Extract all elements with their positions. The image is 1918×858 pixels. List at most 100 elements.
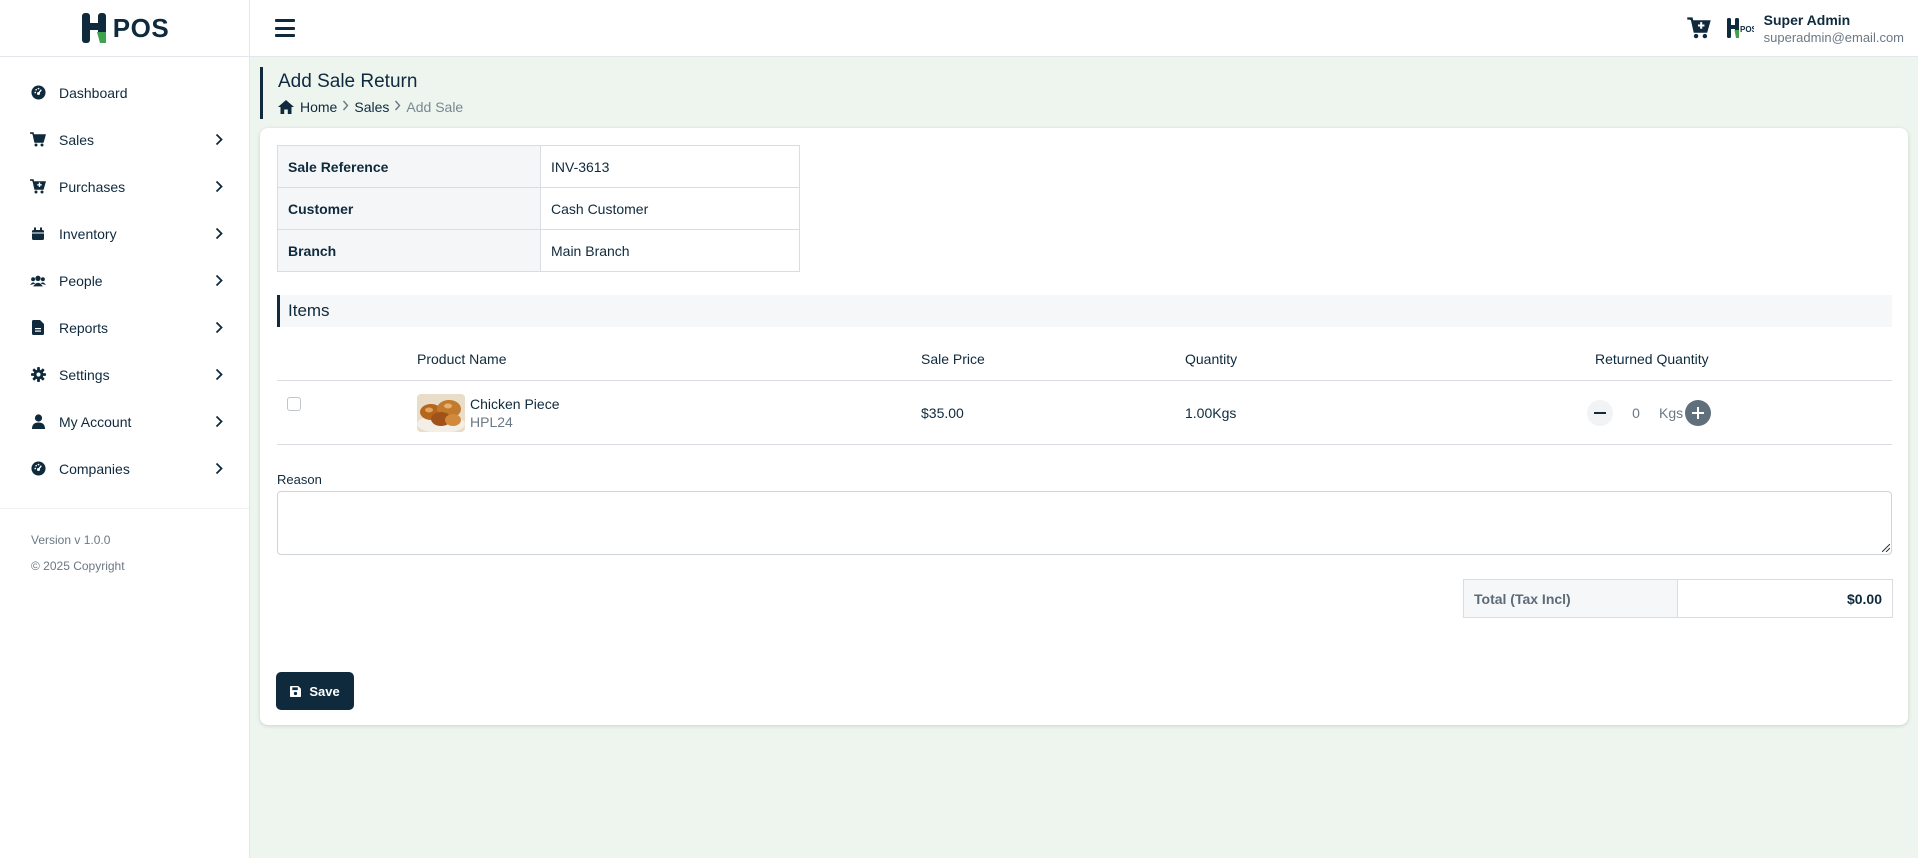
chevron-right-icon xyxy=(213,415,225,429)
returned-quantity-input[interactable] xyxy=(1613,399,1659,426)
sale-reference-value: INV-3613 xyxy=(540,145,800,188)
gear-icon xyxy=(30,367,46,383)
save-label: Save xyxy=(309,683,340,699)
sidebar-item-label: Settings xyxy=(59,366,110,383)
sidebar: POS Dashboard Sales Purchases Inventory … xyxy=(0,0,250,858)
quantity-cell: 1.00Kgs xyxy=(1185,404,1237,421)
totals-table: Total (Tax Incl) $0.00 xyxy=(1463,579,1893,618)
cart-icon xyxy=(30,132,46,148)
page-heading: Add Sale Return Home Sales Add Sale xyxy=(260,67,560,119)
chevron-right-icon xyxy=(213,133,225,147)
total-value: $0.00 xyxy=(1677,579,1893,618)
logo-mark: POS xyxy=(80,11,169,45)
sidebar-item-my-account[interactable]: My Account xyxy=(0,398,249,445)
reason-textarea[interactable] xyxy=(277,491,1892,555)
avatar[interactable]: POS xyxy=(1726,15,1754,41)
column-header-sale-price: Sale Price xyxy=(921,351,985,367)
save-icon xyxy=(290,685,302,697)
breadcrumb-sales[interactable]: Sales xyxy=(354,99,389,115)
chevron-right-icon xyxy=(342,100,349,114)
column-header-quantity: Quantity xyxy=(1185,351,1238,367)
logo[interactable]: POS xyxy=(0,0,249,57)
resize-grip-icon[interactable] xyxy=(1882,544,1890,552)
table-row: Total (Tax Incl) $0.00 xyxy=(1463,579,1893,618)
svg-text:POS: POS xyxy=(1740,25,1754,34)
chevron-right-icon xyxy=(213,180,225,194)
total-label: Total (Tax Incl) xyxy=(1463,579,1678,618)
returned-quantity-stepper: Kgs xyxy=(1587,399,1712,426)
sidebar-item-reports[interactable]: Reports xyxy=(0,304,249,351)
reason-label: Reason xyxy=(277,472,322,487)
home-icon xyxy=(278,100,294,114)
branch-label: Branch xyxy=(277,229,541,272)
table-row: Branch Main Branch xyxy=(277,229,800,272)
product-code: HPL24 xyxy=(470,413,513,430)
header-right: POS Super Admin superadmin@email.com xyxy=(1686,12,1904,45)
customer-label: Customer xyxy=(277,187,541,230)
chevron-right-icon xyxy=(213,368,225,382)
minus-icon xyxy=(1594,411,1606,414)
sidebar-item-settings[interactable]: Settings xyxy=(0,351,249,398)
column-header-product-name: Product Name xyxy=(417,351,507,367)
chevron-right-icon xyxy=(213,462,225,476)
product-image xyxy=(417,393,465,432)
user-email: superadmin@email.com xyxy=(1763,29,1904,45)
table-row: Sale Reference INV-3613 xyxy=(277,145,800,188)
quantity-unit: Kgs xyxy=(1659,404,1684,421)
row-select-checkbox[interactable] xyxy=(287,396,301,411)
user-name: Super Admin xyxy=(1763,11,1851,28)
table-row: Chicken Piece HPL24 $35.00 1.00Kgs Kgs xyxy=(277,381,1892,445)
user-info[interactable]: Super Admin superadmin@email.com xyxy=(1764,12,1904,45)
breadcrumb-current: Add Sale xyxy=(406,99,464,115)
page-title: Add Sale Return xyxy=(278,71,418,92)
user-icon xyxy=(30,414,46,430)
sidebar-item-purchases[interactable]: Purchases xyxy=(0,163,249,210)
pos-cart-button[interactable] xyxy=(1686,16,1712,40)
sidebar-item-people[interactable]: People xyxy=(0,257,249,304)
sidebar-item-inventory[interactable]: Inventory xyxy=(0,210,249,257)
hamburger-menu-icon[interactable] xyxy=(275,19,295,37)
version-text: Version v 1.0.0 xyxy=(31,533,111,547)
sale-price-cell: $35.00 xyxy=(921,404,964,421)
sale-return-card: Sale Reference INV-3613 Customer Cash Cu… xyxy=(260,128,1908,725)
top-header: POS Super Admin superadmin@email.com xyxy=(250,0,1918,57)
chevron-right-icon xyxy=(394,100,401,114)
sidebar-item-label: My Account xyxy=(59,413,132,430)
users-icon xyxy=(30,273,46,289)
cart-plus-icon xyxy=(30,179,46,195)
sidebar-item-label: People xyxy=(59,272,103,289)
sale-info-table: Sale Reference INV-3613 Customer Cash Cu… xyxy=(277,145,800,272)
breadcrumb: Home Sales Add Sale xyxy=(278,99,560,115)
sidebar-item-sales[interactable]: Sales xyxy=(0,116,249,163)
dashboard-icon xyxy=(30,461,46,477)
branch-value: Main Branch xyxy=(540,229,800,272)
returned-quantity-cell: Kgs xyxy=(1587,381,1712,444)
save-button[interactable]: Save xyxy=(277,673,353,709)
sidebar-nav: Dashboard Sales Purchases Inventory Peop… xyxy=(0,57,249,492)
chevron-right-icon xyxy=(213,227,225,241)
sidebar-item-dashboard[interactable]: Dashboard xyxy=(0,69,249,116)
product-name: Chicken Piece xyxy=(470,395,560,412)
breadcrumb-home[interactable]: Home xyxy=(300,99,337,115)
table-row: Customer Cash Customer xyxy=(277,187,800,230)
sidebar-item-label: Purchases xyxy=(59,178,126,195)
brand-name: POS xyxy=(112,12,170,43)
avatar-logo-icon: POS xyxy=(1726,18,1754,38)
sidebar-item-label: Dashboard xyxy=(59,84,128,101)
chevron-right-icon xyxy=(213,321,225,335)
sidebar-item-label: Companies xyxy=(59,460,130,477)
customer-value: Cash Customer xyxy=(540,187,800,230)
product-cell: Chicken Piece HPL24 xyxy=(417,381,560,444)
sidebar-item-label: Inventory xyxy=(59,225,117,242)
increment-button[interactable] xyxy=(1685,399,1712,426)
decrement-button[interactable] xyxy=(1587,399,1613,426)
sidebar-item-label: Sales xyxy=(59,131,95,148)
box-icon xyxy=(30,226,46,242)
sidebar-item-label: Reports xyxy=(59,319,109,336)
sidebar-meta: Version v 1.0.0 © 2025 Copyright xyxy=(0,509,249,579)
file-icon xyxy=(30,320,46,336)
copyright-text: © 2025 Copyright xyxy=(31,559,125,573)
cart-plus-icon xyxy=(1686,17,1711,39)
row-select-cell xyxy=(287,381,301,444)
sidebar-item-companies[interactable]: Companies xyxy=(0,445,249,492)
